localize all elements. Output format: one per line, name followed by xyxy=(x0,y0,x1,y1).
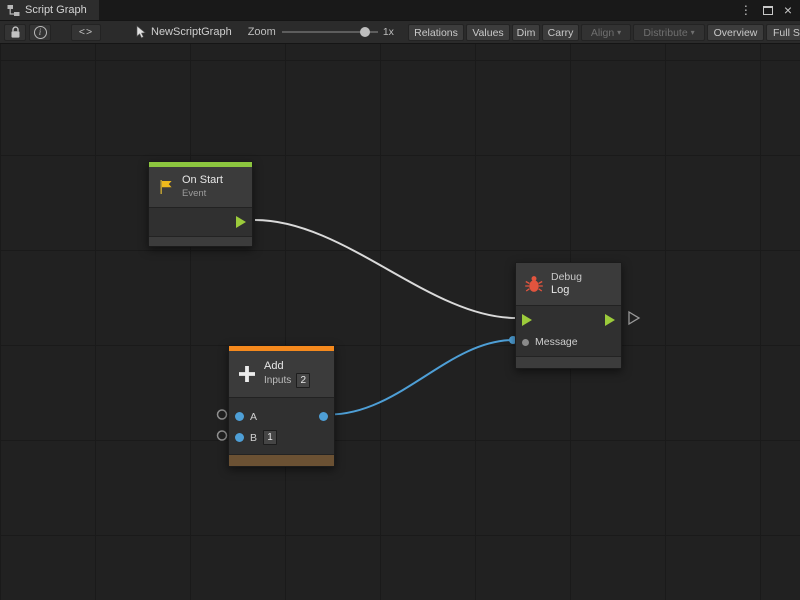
values-label: Values xyxy=(472,27,503,39)
wire-add-to-message[interactable] xyxy=(329,340,514,415)
wires-layer xyxy=(0,44,800,600)
on-start-footer xyxy=(149,236,252,246)
on-start-subtitle: Event xyxy=(182,188,223,200)
on-start-header[interactable]: On Start Event xyxy=(149,167,252,207)
add-port-b-label: B xyxy=(250,432,257,444)
distribute-label: Distribute xyxy=(643,27,687,39)
wire-onstart-to-log[interactable] xyxy=(255,220,516,318)
dim-button[interactable]: Dim xyxy=(512,24,540,41)
bug-icon xyxy=(524,274,544,294)
log-flow-output-port[interactable] xyxy=(605,314,615,326)
add-row-a: A xyxy=(229,406,334,427)
carry-button[interactable]: Carry xyxy=(542,24,579,41)
add-port-a-label: A xyxy=(250,411,257,423)
info-icon: i xyxy=(34,26,47,39)
close-icon[interactable]: × xyxy=(784,3,792,17)
toolbar-button-group: Relations Values Dim Carry Align ▾ Distr… xyxy=(408,24,800,41)
chevron-down-icon: ▾ xyxy=(617,29,621,37)
debug-log-ports: Message xyxy=(516,305,621,356)
add-title: Add xyxy=(264,360,310,374)
debug-log-header[interactable]: Debug Log xyxy=(516,263,621,305)
window-menu-icon[interactable]: ⋮ xyxy=(740,4,752,16)
zoom-slider[interactable] xyxy=(282,26,378,38)
add-b-value-field[interactable]: 1 xyxy=(263,430,277,445)
add-port-b-external-ring[interactable] xyxy=(218,431,227,440)
overview-label: Overview xyxy=(714,27,758,39)
add-input-a-port[interactable] xyxy=(235,412,244,421)
node-add[interactable]: Add Inputs 2 A B 1 xyxy=(228,345,335,467)
window-tab-bar: Script Graph ⋮ × xyxy=(0,0,800,20)
add-row-b: B 1 xyxy=(229,427,334,448)
graph-toolbar: i <> NewScriptGraph Zoom 1x Relations Va… xyxy=(0,20,800,44)
flag-icon xyxy=(157,178,175,196)
on-start-title: On Start xyxy=(182,174,223,188)
add-ports: A B 1 xyxy=(229,397,334,454)
message-input-port[interactable] xyxy=(522,339,529,346)
graph-name-label[interactable]: NewScriptGraph xyxy=(151,26,232,38)
values-button[interactable]: Values xyxy=(466,24,510,41)
window-controls: ⋮ × xyxy=(740,0,800,20)
lock-icon xyxy=(10,26,21,39)
log-message-row: Message xyxy=(516,331,621,353)
node-on-start[interactable]: On Start Event xyxy=(148,161,253,247)
add-sum-output-port[interactable] xyxy=(319,412,328,421)
add-footer xyxy=(229,454,334,466)
zoom-label: Zoom xyxy=(248,26,276,38)
log-flow-output-indicator xyxy=(629,312,639,324)
graph-pointer-icon xyxy=(135,25,147,39)
zoom-slider-handle[interactable] xyxy=(360,27,370,37)
script-graph-icon xyxy=(7,4,20,17)
add-inputs-label: Inputs xyxy=(264,375,291,386)
on-start-flow-output-port[interactable] xyxy=(236,216,246,228)
on-start-ports xyxy=(149,207,252,236)
add-port-a-external-ring[interactable] xyxy=(218,410,227,419)
tab-script-graph[interactable]: Script Graph xyxy=(0,0,99,20)
add-input-b-port[interactable] xyxy=(235,433,244,442)
align-button[interactable]: Align ▾ xyxy=(581,24,631,41)
on-start-flow-row xyxy=(149,211,252,233)
full-screen-label: Full S xyxy=(773,27,800,39)
align-label: Align xyxy=(591,27,614,39)
relations-button[interactable]: Relations xyxy=(408,24,464,41)
code-icon: <> xyxy=(79,26,93,38)
chevron-down-icon: ▾ xyxy=(691,29,695,37)
tab-title: Script Graph xyxy=(25,4,87,16)
overview-button[interactable]: Overview xyxy=(707,24,764,41)
log-flow-row xyxy=(516,309,621,331)
zoom-value: 1x xyxy=(383,26,394,38)
dim-label: Dim xyxy=(517,27,536,39)
plus-icon xyxy=(237,364,257,384)
relations-label: Relations xyxy=(414,27,458,39)
log-flow-input-port[interactable] xyxy=(522,314,532,326)
full-screen-button[interactable]: Full S xyxy=(766,24,800,41)
message-label: Message xyxy=(535,336,578,348)
distribute-button[interactable]: Distribute ▾ xyxy=(633,24,705,41)
debug-category: Debug xyxy=(551,271,582,284)
log-title: Log xyxy=(551,284,582,298)
lock-button[interactable] xyxy=(4,24,26,41)
add-header[interactable]: Add Inputs 2 xyxy=(229,351,334,397)
maximize-icon[interactable] xyxy=(763,6,773,15)
add-inputs-count-field[interactable]: 2 xyxy=(296,373,310,388)
carry-label: Carry xyxy=(548,27,574,39)
graph-canvas[interactable]: On Start Event Debug Log xyxy=(0,44,800,600)
node-debug-log[interactable]: Debug Log Message xyxy=(515,262,622,369)
code-preview-button[interactable]: <> xyxy=(71,24,101,41)
info-button[interactable]: i xyxy=(29,24,51,41)
debug-log-footer xyxy=(516,356,621,368)
